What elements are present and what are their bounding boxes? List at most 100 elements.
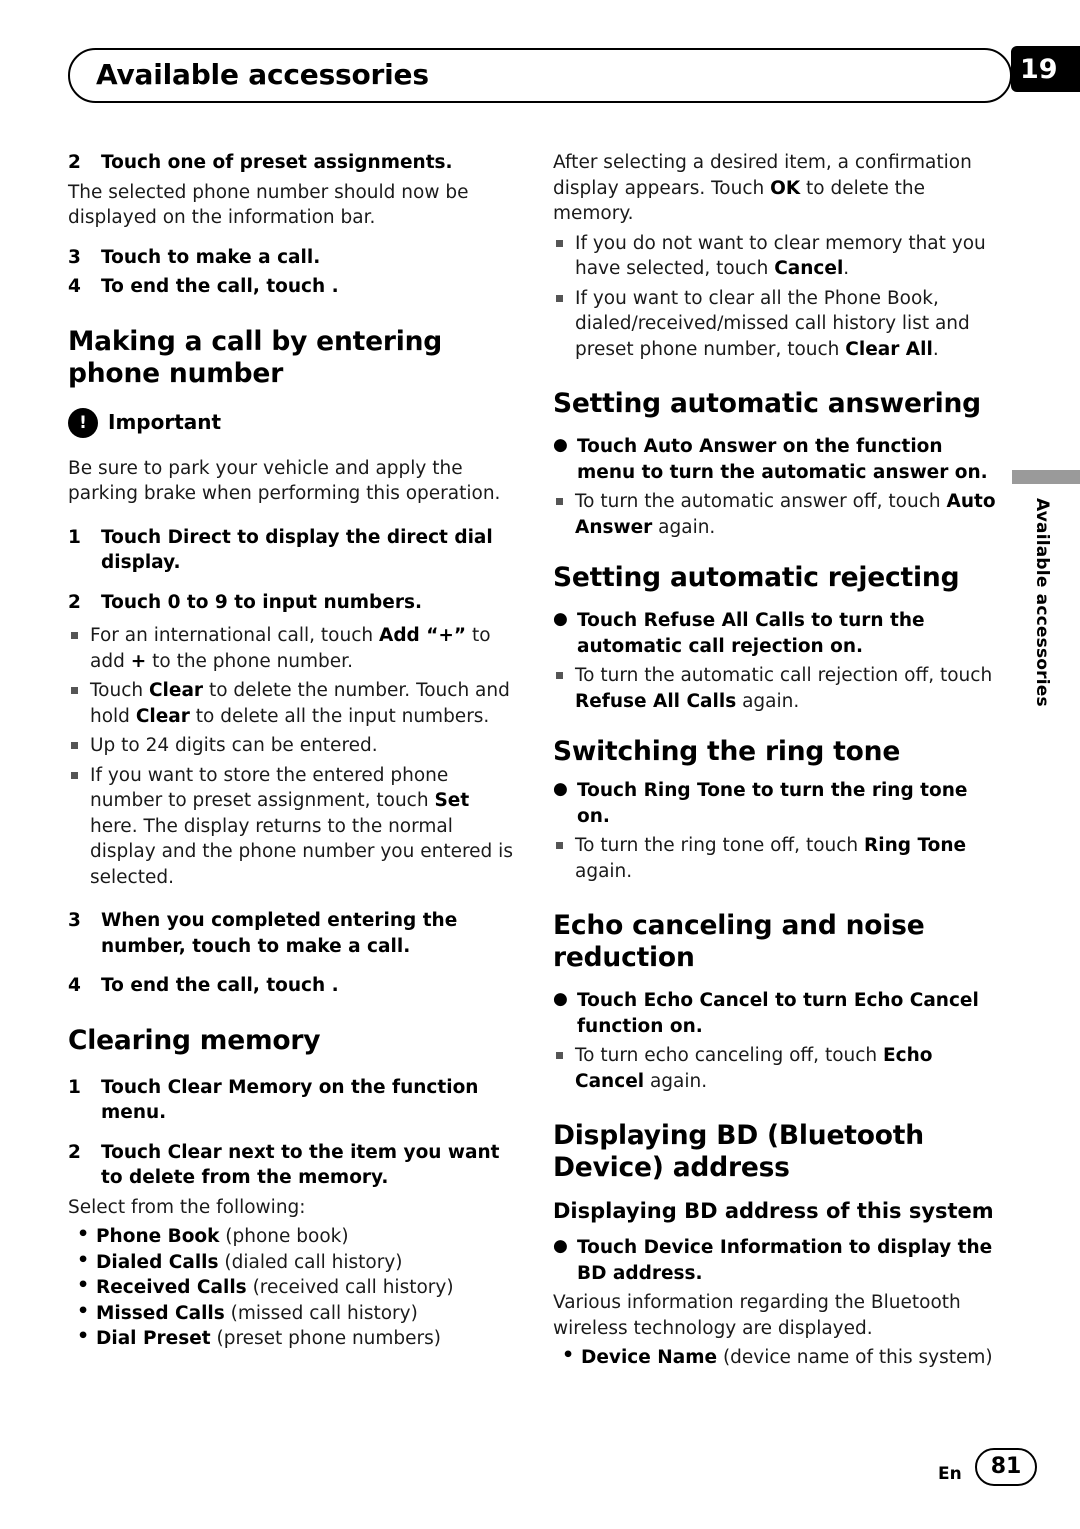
note-international-call: For an international call, touch Add “+”… [68,623,513,674]
note-text3: to the phone number. [146,650,353,672]
list-item: Received Calls (received call history) [68,1273,513,1301]
list-item: Phone Book (phone book) [68,1222,513,1250]
item-desc: (missed call history) [224,1302,418,1324]
note-text: Touch [90,680,149,701]
bullet-ring-tone: Touch Ring Tone to turn the ring tone on… [553,777,998,829]
step-touch-preset: 2 Touch one of preset assignments. [68,150,513,176]
step-number: 4 [68,975,81,996]
important-body: Be sure to park your vehicle and apply t… [68,457,501,505]
note-do-not-clear: If you do not want to clear memory that … [553,231,998,282]
subheading-bd-address: Displaying BD address of this system [553,1199,994,1223]
note-text2: again. [736,690,800,712]
step-clear-memory: 1 Touch Clear Memory on the function men… [68,1075,513,1126]
manual-page: Available accessories 19 Available acces… [0,0,1080,1529]
step-end-call: 4 To end the call, touch . [68,274,513,300]
item-desc: (received call history) [246,1277,454,1298]
bd-body-text: Various information regarding the Blueto… [553,1292,961,1339]
item-desc: (preset phone numbers) [210,1328,442,1349]
note-bold-set: Set [434,790,470,811]
heading-making-call: Making a call by entering phone number [68,325,443,389]
note-text: To turn the ring tone off, touch [575,835,865,856]
list-item-device-name: Device Name (device name of this system) [553,1343,998,1371]
note-bold-add: Add “+” [379,625,467,646]
note-text: To turn echo canceling off, touch [575,1045,884,1066]
step-text: Touch one of preset assignments. [101,152,453,173]
step-text: When you completed entering the number, … [101,910,458,957]
note-store-number: If you want to store the entered phone n… [68,763,513,891]
step-end-call-2: 4 To end the call, touch . [68,973,513,999]
item-label: Received Calls [96,1277,247,1298]
item-label: Device Name [581,1347,718,1368]
heading-automatic-answering: Setting automatic answering [553,388,981,419]
note-text3: to delete all the input numbers. [189,705,490,727]
note-bold-cancel: Cancel [774,258,844,279]
left-column: 2 Touch one of preset assignments. The s… [68,150,513,1352]
step-number: 2 [68,152,81,173]
bullet-device-information: Touch Device Information to display the … [553,1234,998,1286]
heading-automatic-rejecting: Setting automatic rejecting [553,562,960,593]
note-bold-refuse-all: Refuse All Calls [575,690,737,712]
note-clear-all: If you want to clear all the Phone Book,… [553,286,998,363]
exclamation-icon: ! [68,407,98,438]
step-touch-direct: 1 Touch Direct to display the direct dia… [68,525,513,576]
list-item: Dial Preset (preset phone numbers) [68,1324,513,1352]
list-item: Missed Calls (missed call history) [68,1299,513,1327]
note-text2: again. [575,860,633,882]
side-tab-label: Available accessories [1032,498,1052,707]
step-number: 3 [68,910,81,931]
note-text2: . [843,258,850,279]
note-text: To turn the automatic call rejection off… [575,665,993,686]
page-header: Available accessories [68,48,1012,103]
step-number: 2 [68,1141,81,1163]
item-desc: (phone book) [219,1226,349,1247]
step-text: Touch Clear Memory on the function menu. [101,1076,479,1124]
note-max-digits: Up to 24 digits can be entered. [68,733,513,759]
bullet-auto-reject: Touch Refuse All Calls to turn the autom… [553,607,998,659]
list-item: Dialed Calls (dialed call history) [68,1248,513,1276]
note-text: If you want to store the entered phone n… [90,764,449,812]
item-label: Phone Book [96,1226,220,1247]
step-text: Touch to make a call. [101,246,321,268]
footer-language: En [938,1464,962,1484]
side-tab-bar [1012,470,1080,484]
note-text2: . [932,338,939,360]
step-number: 4 [68,276,81,297]
step-number: 1 [68,526,81,548]
note-clear-number: Touch Clear to delete the number. Touch … [68,678,513,729]
page-title: Available accessories [96,58,429,91]
step-text: Touch Direct to display the direct dial … [101,526,493,574]
bullet-auto-answer: Touch Auto Answer on the function menu t… [553,433,998,485]
note-text2: again. [652,516,716,538]
note-bold-ring-tone: Ring Tone [864,835,967,856]
step-clear-next: 2 Touch Clear next to the item you want … [68,1140,513,1191]
note-text2: again. [644,1070,708,1092]
preset-body-text: The selected phone number should now be … [68,181,469,229]
note-bold-clear2: Clear [135,705,190,727]
right-column: After selecting a desired item, a confir… [553,150,998,1371]
heading-displaying-bd: Displaying BD (Bluetooth Device) address [553,1120,924,1183]
important-label: Important [108,409,222,434]
note-text: For an international call, touch [90,625,379,646]
step-text: To end the call, touch . [101,276,339,297]
important-notice: ! Important [68,407,513,442]
chapter-number: 19 [1020,54,1058,85]
confirm-bold-ok: OK [770,177,801,199]
footer-page-number: 81 [975,1448,1037,1486]
step-number: 1 [68,1076,81,1098]
item-label: Missed Calls [96,1302,225,1324]
note-bold-clear1: Clear [148,680,204,701]
step-touch-call: 3 Touch to make a call. [68,245,513,271]
note-bold-clear-all: Clear All [845,338,933,360]
note-text: To turn the automatic answer off, touch [575,491,947,512]
note-echo-off: To turn echo canceling off, touch Echo C… [553,1043,998,1094]
heading-ring-tone: Switching the ring tone [553,736,901,767]
step-number: 2 [68,591,81,613]
item-label: Dialed Calls [96,1251,219,1273]
step-completed-entering: 3 When you completed entering the number… [68,908,513,959]
note-auto-answer-off: To turn the automatic answer off, touch … [553,489,998,540]
item-label: Dial Preset [96,1328,211,1349]
note-bold-plus: + [130,650,147,672]
select-following-text: Select from the following: [68,1196,306,1218]
note-text2: here. The display returns to the normal … [90,815,513,888]
item-desc: (dialed call history) [218,1251,403,1273]
